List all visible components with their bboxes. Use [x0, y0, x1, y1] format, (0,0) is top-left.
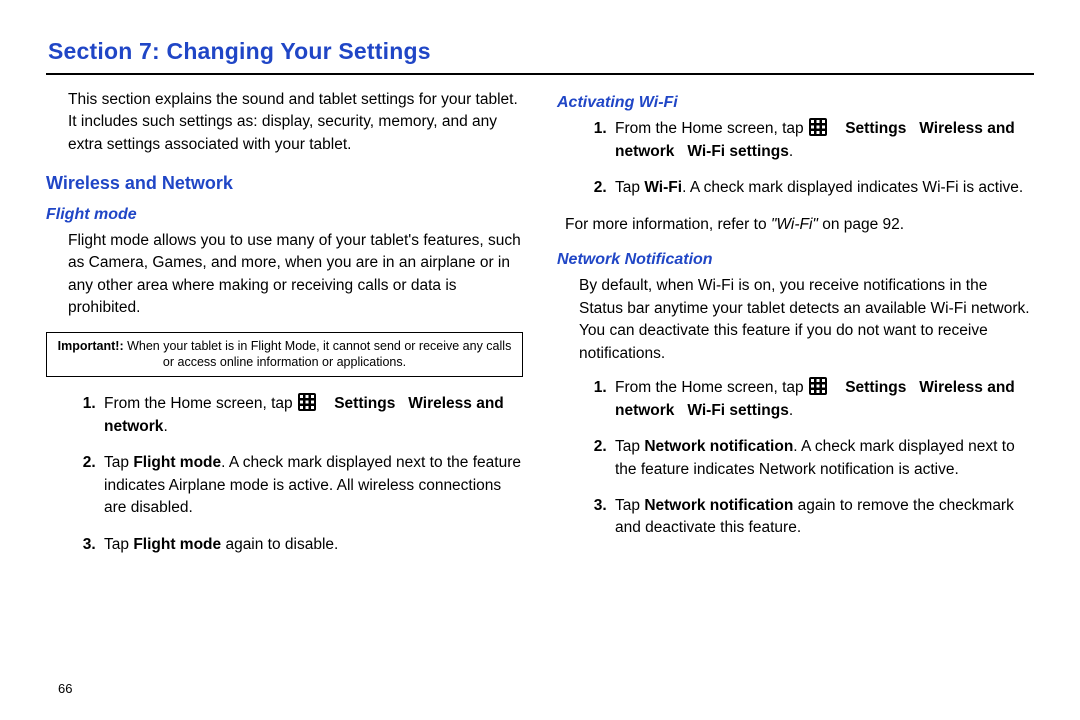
bold-text: Settings: [845, 379, 906, 396]
wifi-step-2: Tap Wi-Fi. A check mark displayed indica…: [611, 177, 1034, 199]
ref-text: For more information, refer to: [565, 216, 771, 233]
step-text: . A check mark displayed indicates Wi-Fi…: [682, 179, 1023, 196]
net-step-3: Tap Network notification again to remove…: [611, 495, 1034, 540]
apps-grid-icon: [809, 377, 827, 395]
two-column-layout: This section explains the sound and tabl…: [46, 89, 1034, 570]
network-notification-heading: Network Notification: [557, 248, 1034, 271]
apps-grid-icon: [298, 393, 316, 411]
important-label: Important!:: [58, 339, 124, 353]
intro-paragraph: This section explains the sound and tabl…: [68, 89, 523, 156]
page-number: 66: [58, 681, 72, 696]
step-text: Tap: [104, 454, 133, 471]
left-column: This section explains the sound and tabl…: [46, 89, 523, 570]
step-text: Tap: [615, 438, 644, 455]
divider: [46, 73, 1034, 75]
bold-text: Network notification: [644, 497, 793, 514]
bold-text: Wi-Fi settings: [687, 402, 788, 419]
net-step-1: From the Home screen, tap Settings Wirel…: [611, 377, 1034, 422]
flight-mode-paragraph: Flight mode allows you to use many of yo…: [68, 230, 523, 320]
wifi-reference: For more information, refer to "Wi-Fi" o…: [565, 214, 1034, 236]
network-notification-paragraph: By default, when Wi-Fi is on, you receiv…: [579, 275, 1034, 365]
bold-text: Flight mode: [133, 454, 221, 471]
bold-text: Settings: [334, 395, 395, 412]
ref-text: on page 92.: [818, 216, 904, 233]
flight-step-2: Tap Flight mode. A check mark displayed …: [100, 452, 523, 519]
important-text: When your tablet is in Flight Mode, it c…: [124, 339, 512, 370]
right-column: Activating Wi-Fi From the Home screen, t…: [557, 89, 1034, 570]
bold-text: Wi-Fi: [644, 179, 682, 196]
italic-text: "Wi-Fi": [771, 216, 818, 233]
section-title: Section 7: Changing Your Settings: [48, 38, 1034, 65]
flight-step-1: From the Home screen, tap Settings Wirel…: [100, 393, 523, 438]
step-text: Tap: [615, 179, 644, 196]
net-step-2: Tap Network notification. A check mark d…: [611, 436, 1034, 481]
step-text: again to disable.: [221, 536, 338, 553]
wifi-steps: From the Home screen, tap Settings Wirel…: [557, 118, 1034, 199]
flight-step-3: Tap Flight mode again to disable.: [100, 534, 523, 556]
step-text: From the Home screen, tap: [615, 120, 808, 137]
step-text: From the Home screen, tap: [104, 395, 297, 412]
bold-text: Network notification: [644, 438, 793, 455]
activating-wifi-heading: Activating Wi-Fi: [557, 91, 1034, 114]
step-text: Tap: [104, 536, 133, 553]
bold-text: Flight mode: [133, 536, 221, 553]
step-text: Tap: [615, 497, 644, 514]
important-box: Important!: When your tablet is in Fligh…: [46, 332, 523, 378]
wifi-step-1: From the Home screen, tap Settings Wirel…: [611, 118, 1034, 163]
bold-text: Wi-Fi settings: [687, 143, 788, 160]
flight-mode-steps: From the Home screen, tap Settings Wirel…: [46, 393, 523, 556]
bold-text: Settings: [845, 120, 906, 137]
step-text: From the Home screen, tap: [615, 379, 808, 396]
apps-grid-icon: [809, 118, 827, 136]
wireless-network-heading: Wireless and Network: [46, 170, 523, 196]
network-notification-steps: From the Home screen, tap Settings Wirel…: [557, 377, 1034, 540]
flight-mode-heading: Flight mode: [46, 203, 523, 226]
